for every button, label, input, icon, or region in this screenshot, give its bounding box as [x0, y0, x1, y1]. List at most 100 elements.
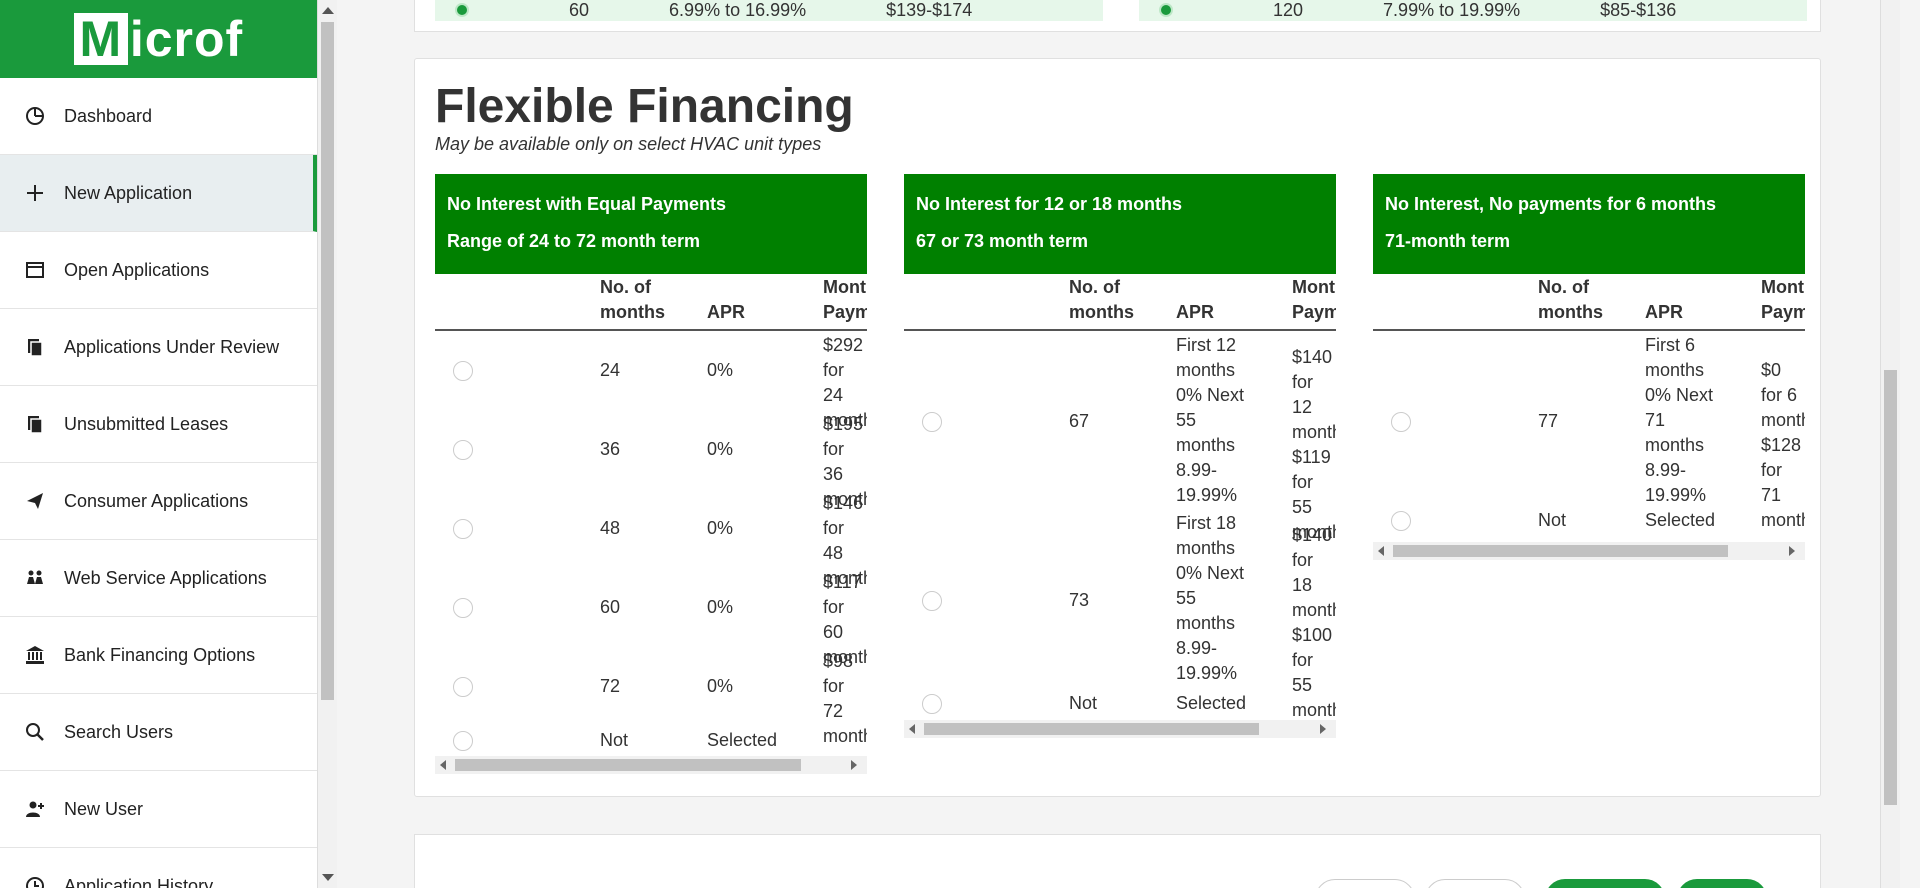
plus-icon [24, 182, 46, 204]
dashboard-icon [24, 105, 46, 127]
sidebar-item-new-user[interactable]: New User [0, 771, 317, 848]
sidebar-item-new-application[interactable]: New Application [0, 155, 317, 232]
window-icon [24, 259, 46, 281]
scroll-down-arrow-icon[interactable] [322, 874, 334, 881]
secondary-button[interactable] [1315, 879, 1415, 888]
header-monthly-payment: Monthly Payment [823, 277, 867, 322]
table-row[interactable]: 73 First 18 months 0% Next 55 months 8.9… [904, 511, 1336, 720]
bank-financing-card: 60 6.99% to 16.99% $139-$174 120 7.99% t… [414, 0, 1821, 32]
scroll-thumb[interactable] [455, 759, 801, 771]
months-cell: 73 [1069, 590, 1090, 610]
plan-radio[interactable] [922, 591, 942, 611]
payment-cell: $85-$136 [1600, 0, 1677, 20]
apr-cell: 0% [707, 676, 734, 696]
scroll-left-arrow-icon[interactable] [1378, 546, 1384, 556]
sidebar-item-label: Open Applications [64, 259, 210, 280]
radio-selected[interactable] [455, 3, 469, 17]
months-cell: 72 [600, 676, 621, 696]
sidebar-item-unsubmitted-leases[interactable]: Unsubmitted Leases [0, 386, 317, 463]
documents-icon [24, 336, 46, 358]
scroll-right-arrow-icon[interactable] [851, 760, 857, 770]
scroll-right-arrow-icon[interactable] [1320, 724, 1326, 734]
plan-horizontal-scrollbar[interactable] [435, 756, 867, 774]
scroll-left-arrow-icon[interactable] [909, 724, 915, 734]
apr-cell: 0% [707, 360, 734, 380]
primary-button[interactable] [1545, 879, 1665, 888]
plan-table: No. of months APR Monthly Payment 24 0% … [435, 274, 867, 756]
sidebar-item-web-service-applications[interactable]: Web Service Applications [0, 540, 317, 617]
sidebar-item-applications-under-review[interactable]: Applications Under Review [0, 309, 317, 386]
not-selected-label: Selected [1645, 510, 1716, 530]
section-subtitle: May be available only on select HVAC uni… [435, 134, 822, 154]
table-row[interactable]: 24 0% $292 for 24 months [435, 331, 867, 430]
table-row[interactable]: 60 0% $117 for 60 months [435, 568, 867, 667]
sidebar-scroll-thumb[interactable] [321, 22, 334, 700]
plan-radio[interactable] [453, 361, 473, 381]
plan-horizontal-scrollbar[interactable] [904, 720, 1336, 738]
documents-icon [24, 413, 46, 435]
primary-button[interactable] [1677, 879, 1767, 888]
plan-radio[interactable] [1391, 412, 1411, 432]
months-cell: 48 [600, 518, 621, 538]
table-row-not-selected[interactable]: Not Selected [1373, 510, 1805, 541]
flexible-financing-card: Flexible Financing May be available only… [414, 58, 1821, 797]
sidebar-item-label: Dashboard [64, 105, 153, 126]
table-row[interactable]: 77 First 6 months 0% Next 71 months 8.99… [1373, 331, 1805, 530]
financing-option-row[interactable]: 120 7.99% to 19.99% $85-$136 [1139, 0, 1807, 21]
table-row-not-selected[interactable]: Not Selected [435, 726, 867, 756]
secondary-button[interactable] [1425, 879, 1525, 888]
scroll-up-arrow-icon[interactable] [322, 7, 334, 14]
sidebar-item-label: Bank Financing Options [64, 644, 256, 665]
scroll-left-arrow-icon[interactable] [440, 760, 446, 770]
table-row[interactable]: 36 0% $195 for 36 months [435, 410, 867, 509]
plan-radio[interactable] [453, 440, 473, 460]
apr-cell: First 6 months 0% Next 71 months 8.99-19… [1645, 335, 1714, 505]
months-cell: 120 [1273, 0, 1304, 20]
sidebar-item-open-applications[interactable]: Open Applications [0, 232, 317, 309]
apr-cell: 6.99% to 16.99% [669, 0, 807, 20]
plan-radio[interactable] [922, 412, 942, 432]
months-cell: 36 [600, 439, 621, 459]
plan-horizontal-scrollbar[interactable] [1373, 542, 1805, 560]
plan-card-no-payments-6-months: No Interest, No payments for 6 months 71… [1373, 174, 1805, 560]
add-user-icon [24, 798, 46, 820]
paper-plane-icon [24, 490, 46, 512]
plan-term: 67 or 73 month term [916, 231, 1089, 251]
table-header: No. of months APR Monthly Payment [1373, 274, 1805, 331]
logo[interactable]: M icrof [73, 10, 243, 68]
sidebar-scrollbar[interactable] [317, 0, 337, 888]
sidebar-item-application-history[interactable]: Application History [0, 848, 317, 888]
table-row-not-selected[interactable]: Not Selected [904, 689, 1336, 719]
apr-cell: 0% [707, 597, 734, 617]
scroll-thumb[interactable] [924, 723, 1259, 735]
plan-card-12-or-18-months: No Interest for 12 or 18 months 67 or 73… [904, 174, 1336, 738]
not-selected-label: Not [1538, 510, 1567, 530]
scroll-thumb[interactable] [1393, 545, 1728, 557]
plan-radio[interactable] [453, 519, 473, 539]
scroll-right-arrow-icon[interactable] [1789, 546, 1795, 556]
plan-radio[interactable] [453, 731, 473, 751]
radio-selected[interactable] [1159, 3, 1173, 17]
apr-cell: 7.99% to 19.99% [1383, 0, 1521, 20]
sidebar-item-dashboard[interactable]: Dashboard [0, 78, 317, 155]
main-scrollbar[interactable] [1880, 0, 1900, 888]
plan-radio[interactable] [453, 677, 473, 697]
table-row[interactable]: 72 0% $98 for 72 months [435, 647, 867, 746]
search-icon [24, 721, 46, 743]
main-scroll-thumb[interactable] [1884, 370, 1897, 805]
plan-title: No Interest for 12 or 18 months [916, 194, 1183, 214]
bank-icon [24, 644, 46, 666]
not-selected-label: Not [600, 730, 629, 750]
sidebar-item-bank-financing-options[interactable]: Bank Financing Options [0, 617, 317, 694]
sidebar-item-consumer-applications[interactable]: Consumer Applications [0, 463, 317, 540]
plan-radio[interactable] [1391, 511, 1411, 531]
plan-header: No Interest for 12 or 18 months 67 or 73… [904, 174, 1336, 274]
plan-radio[interactable] [922, 694, 942, 714]
apr-cell: 0% [707, 439, 734, 459]
sidebar-item-search-users[interactable]: Search Users [0, 694, 317, 771]
payment-cell: $0 for 6 months $128 for 71 months [1761, 360, 1805, 530]
financing-option-row[interactable]: 60 6.99% to 16.99% $139-$174 [435, 0, 1103, 21]
table-row[interactable]: 48 0% $146 for 48 months [435, 489, 867, 588]
table-row[interactable]: 67 First 12 months 0% Next 55 months 8.9… [904, 331, 1336, 542]
plan-radio[interactable] [453, 598, 473, 618]
